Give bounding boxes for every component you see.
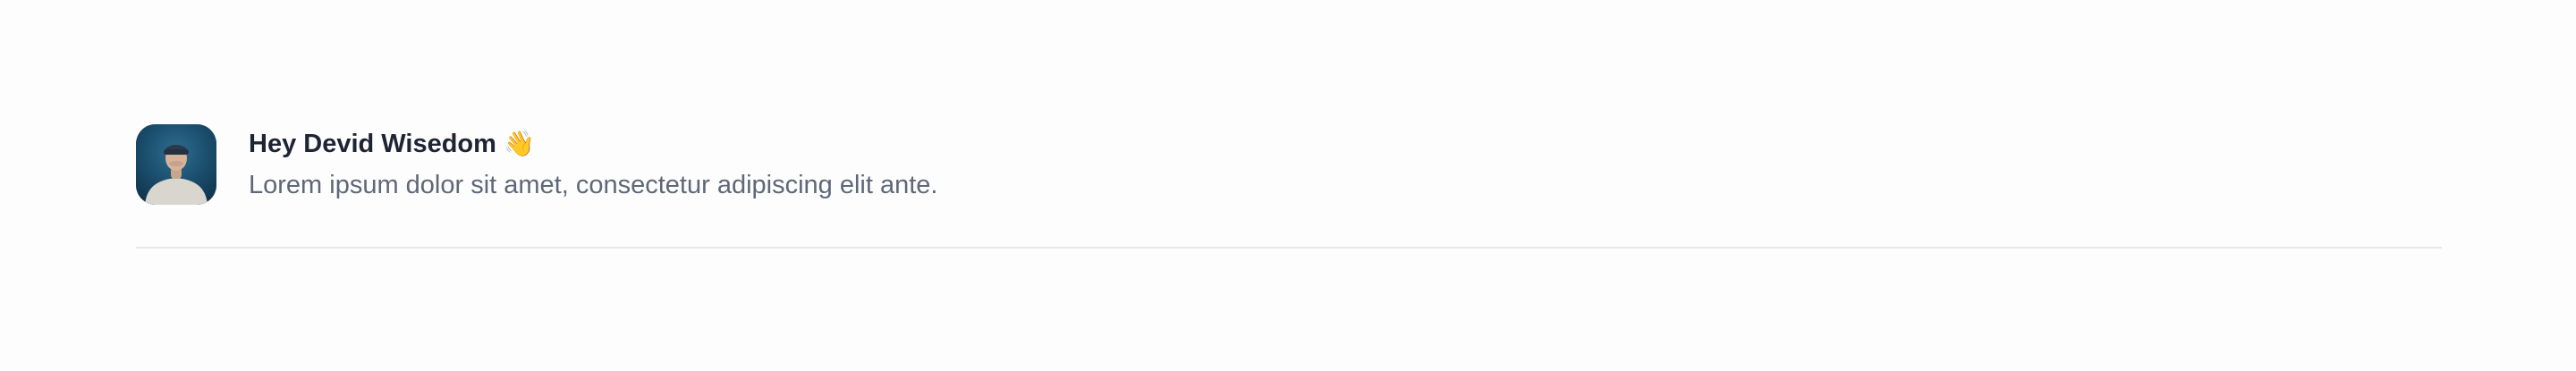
greeting-heading: Hey Devid Wisedom 👋 — [249, 129, 937, 159]
welcome-text: Hey Devid Wisedom 👋 Lorem ipsum dolor si… — [249, 129, 937, 200]
avatar[interactable] — [136, 124, 216, 205]
welcome-header: Hey Devid Wisedom 👋 Lorem ipsum dolor si… — [136, 124, 2442, 205]
greeting-text: Hey Devid Wisedom — [249, 130, 496, 158]
avatar-photo — [136, 124, 216, 205]
waving-hand-icon: 👋 — [503, 129, 535, 158]
welcome-subtitle: Lorem ipsum dolor sit amet, consectetur … — [249, 171, 938, 199]
divider — [136, 247, 2442, 249]
